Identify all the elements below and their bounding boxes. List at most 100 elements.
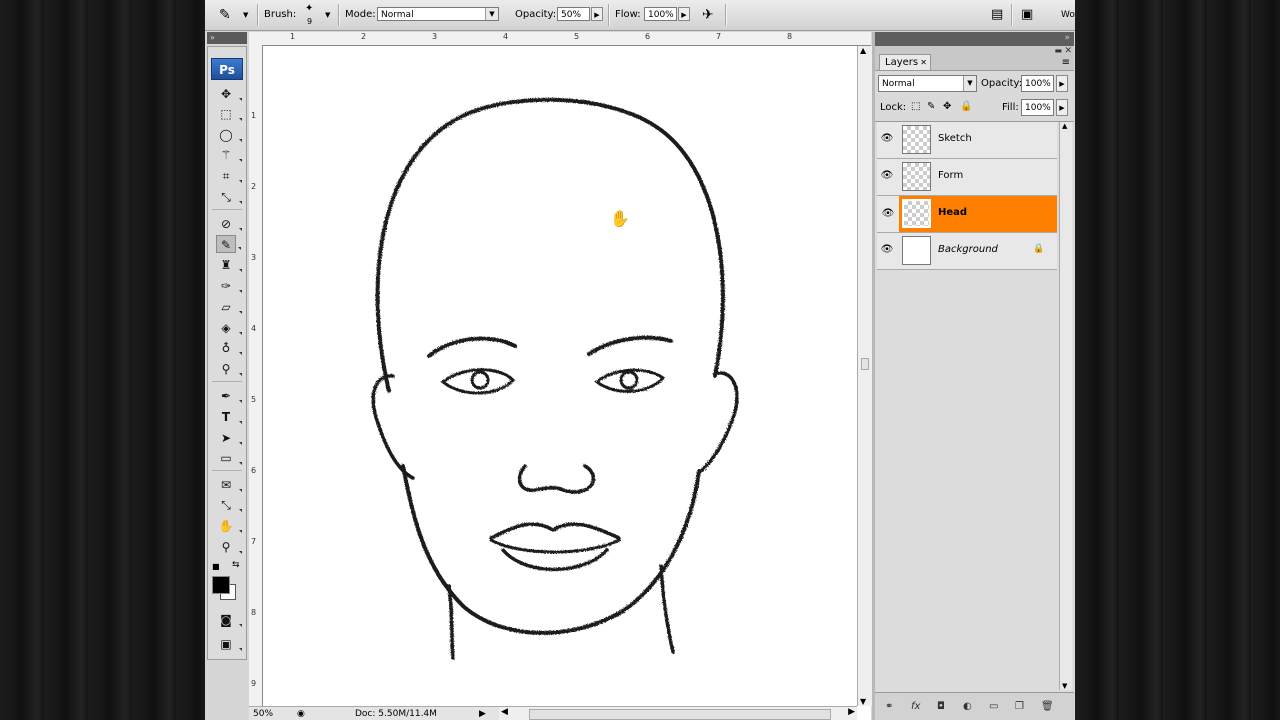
layer-style-icon[interactable]: fx xyxy=(911,701,920,712)
swap-colors-icon[interactable]: ⇆ xyxy=(232,560,240,570)
vertical-scrollbar[interactable]: ▲ ▼ xyxy=(857,46,872,706)
blend-mode-select[interactable]: Normal ▼ xyxy=(878,75,977,92)
separator xyxy=(257,4,259,26)
visibility-eye-icon[interactable]: 👁 xyxy=(879,169,895,183)
zoom-level[interactable]: 50% xyxy=(253,707,273,720)
lock-image-icon[interactable]: ✎ xyxy=(927,101,935,112)
flow-input[interactable]: 100% xyxy=(644,7,677,21)
panel-header: » xyxy=(875,32,1074,46)
lasso-tool-icon[interactable]: ◯ xyxy=(216,126,242,144)
minimize-icon[interactable]: ▬ xyxy=(1054,46,1062,55)
brush-preset-icon[interactable]: ✎ xyxy=(219,0,231,30)
tab-close-icon[interactable]: ✕ xyxy=(920,55,927,71)
horizontal-scroll-thumb[interactable] xyxy=(529,709,831,720)
hand-tool-icon[interactable]: ✋ xyxy=(216,517,242,535)
scroll-up-icon[interactable]: ▲ xyxy=(860,46,866,55)
new-group-icon[interactable]: ▭ xyxy=(989,701,998,712)
hand-cursor-icon: ✋ xyxy=(610,209,630,228)
healing-tool-icon[interactable]: ⊘ xyxy=(216,215,242,233)
path-select-tool-icon[interactable]: ➤ xyxy=(216,429,242,447)
clone-stamp-tool-icon[interactable]: ♜ xyxy=(216,256,242,274)
panel-menu-icon[interactable]: ≡ xyxy=(1062,57,1070,68)
flow-label: Flow: xyxy=(615,9,641,20)
layer-opacity-slider-button[interactable]: ▶ xyxy=(1056,75,1068,92)
layer-opacity-value: 100% xyxy=(1025,79,1051,89)
paint-bucket-tool-icon[interactable]: ◈ xyxy=(216,319,242,337)
status-expand-icon[interactable]: ▶ xyxy=(479,707,486,720)
layer-name: Background xyxy=(938,244,998,255)
opacity-input[interactable]: 50% xyxy=(557,7,590,21)
foreground-color-swatch[interactable] xyxy=(212,576,230,594)
ps-logo: Ps xyxy=(211,58,243,80)
workspace-label[interactable]: Wo xyxy=(1061,0,1075,30)
shape-tool-icon[interactable]: ▭ xyxy=(216,449,242,467)
panel-collapse-icon[interactable]: » xyxy=(1064,33,1070,43)
adjustment-layer-icon[interactable]: ◐ xyxy=(963,701,972,712)
delete-layer-icon[interactable]: 🗑 xyxy=(1041,701,1054,712)
notes-tool-icon[interactable]: ✉ xyxy=(216,476,242,494)
layer-row-form[interactable]: 👁 Form xyxy=(877,159,1057,196)
eraser-tool-icon[interactable]: ▱ xyxy=(216,298,242,316)
ruler-label: 7 xyxy=(716,32,722,41)
horizontal-scrollbar[interactable]: ◀ ▶ xyxy=(499,706,857,720)
default-colors-icon[interactable]: ■ xyxy=(212,562,220,571)
quick-mask-icon[interactable]: ◙ xyxy=(216,611,242,629)
bridge-icon[interactable]: ▣ xyxy=(1021,0,1033,30)
scroll-right-icon[interactable]: ▶ xyxy=(848,707,855,717)
layer-list-scrollbar[interactable]: ▲ ▼ xyxy=(1059,122,1072,690)
eyedropper-tool-icon[interactable]: ⤡ xyxy=(216,188,242,206)
lock-position-icon[interactable]: ✥ xyxy=(943,101,951,112)
brush-tool-icon[interactable]: ✎ xyxy=(216,235,241,253)
brush-picker-dropdown-icon[interactable]: ▼ xyxy=(325,0,330,30)
type-tool-icon[interactable]: T xyxy=(216,408,242,426)
screen-mode-icon[interactable]: ▣ xyxy=(216,635,242,653)
airbrush-icon[interactable]: ✈ xyxy=(702,0,714,30)
visibility-eye-icon[interactable]: 👁 xyxy=(879,243,895,257)
lock-transparent-icon[interactable]: ⬚ xyxy=(911,101,920,112)
scroll-down-icon[interactable]: ▼ xyxy=(1062,682,1067,690)
zoom-tool-icon[interactable]: ⚲ xyxy=(216,538,242,556)
marquee-tool-icon[interactable]: ⬚ xyxy=(216,105,242,123)
move-tool-icon[interactable]: ✥ xyxy=(216,85,242,103)
magic-wand-tool-icon[interactable]: ⚚ xyxy=(216,146,242,164)
ruler-label: 4 xyxy=(251,324,257,333)
visibility-eye-icon[interactable]: 👁 xyxy=(879,132,895,146)
dodge-tool-icon[interactable]: ⚲ xyxy=(216,360,242,378)
scroll-up-icon[interactable]: ▲ xyxy=(1062,122,1067,130)
layer-row-sketch[interactable]: 👁 Sketch xyxy=(877,122,1057,159)
ruler-top: 1 2 3 4 5 6 7 8 xyxy=(249,32,871,46)
layer-mask-icon[interactable]: ◘ xyxy=(937,701,945,712)
eyedropper-tool-2-icon[interactable]: ⤡ xyxy=(216,496,242,514)
brushes-panel-icon[interactable]: ▤ xyxy=(991,0,1003,30)
visibility-eye-icon[interactable]: 👁 xyxy=(877,196,899,232)
vertical-scroll-thumb[interactable] xyxy=(861,358,869,370)
fill-input[interactable]: 100% xyxy=(1021,99,1054,116)
ruler-label: 8 xyxy=(251,608,257,617)
fill-value: 100% xyxy=(1025,103,1051,113)
scroll-left-icon[interactable]: ◀ xyxy=(501,707,508,717)
blur-tool-icon[interactable]: ♁ xyxy=(216,339,242,357)
opacity-slider-button[interactable]: ▶ xyxy=(591,7,603,21)
chevron-down-icon: ▼ xyxy=(485,8,498,20)
layer-opacity-input[interactable]: 100% xyxy=(1021,75,1054,92)
crop-tool-icon[interactable]: ⌗ xyxy=(216,167,242,185)
link-layers-icon[interactable]: ⚭ xyxy=(885,701,893,712)
new-layer-icon[interactable]: ❐ xyxy=(1015,701,1024,712)
layer-opacity-label: Opacity: xyxy=(981,78,1023,89)
fill-slider-button[interactable]: ▶ xyxy=(1056,99,1068,116)
toolbox-collapse-icon[interactable]: » xyxy=(207,32,247,44)
pen-tool-icon[interactable]: ✒ xyxy=(216,387,242,405)
tab-layers[interactable]: Layers ✕ xyxy=(879,54,931,70)
lock-all-icon[interactable]: 🔒 xyxy=(960,101,972,112)
canvas-sketch[interactable]: ✋ xyxy=(263,46,857,706)
status-menu-icon[interactable]: ◉ xyxy=(297,707,305,720)
tool-preset-dropdown-icon[interactable]: ▼ xyxy=(243,0,248,30)
history-brush-tool-icon[interactable]: ✑ xyxy=(216,277,242,295)
mode-select[interactable]: Normal ▼ xyxy=(377,7,499,21)
scroll-down-icon[interactable]: ▼ xyxy=(860,697,866,706)
layer-row-background[interactable]: 👁 Background 🔒 xyxy=(877,233,1057,270)
close-icon[interactable]: ✕ xyxy=(1064,46,1072,56)
flow-slider-button[interactable]: ▶ xyxy=(678,7,690,21)
separator xyxy=(338,4,340,26)
layer-row-head[interactable]: 👁 Head xyxy=(877,196,1057,233)
